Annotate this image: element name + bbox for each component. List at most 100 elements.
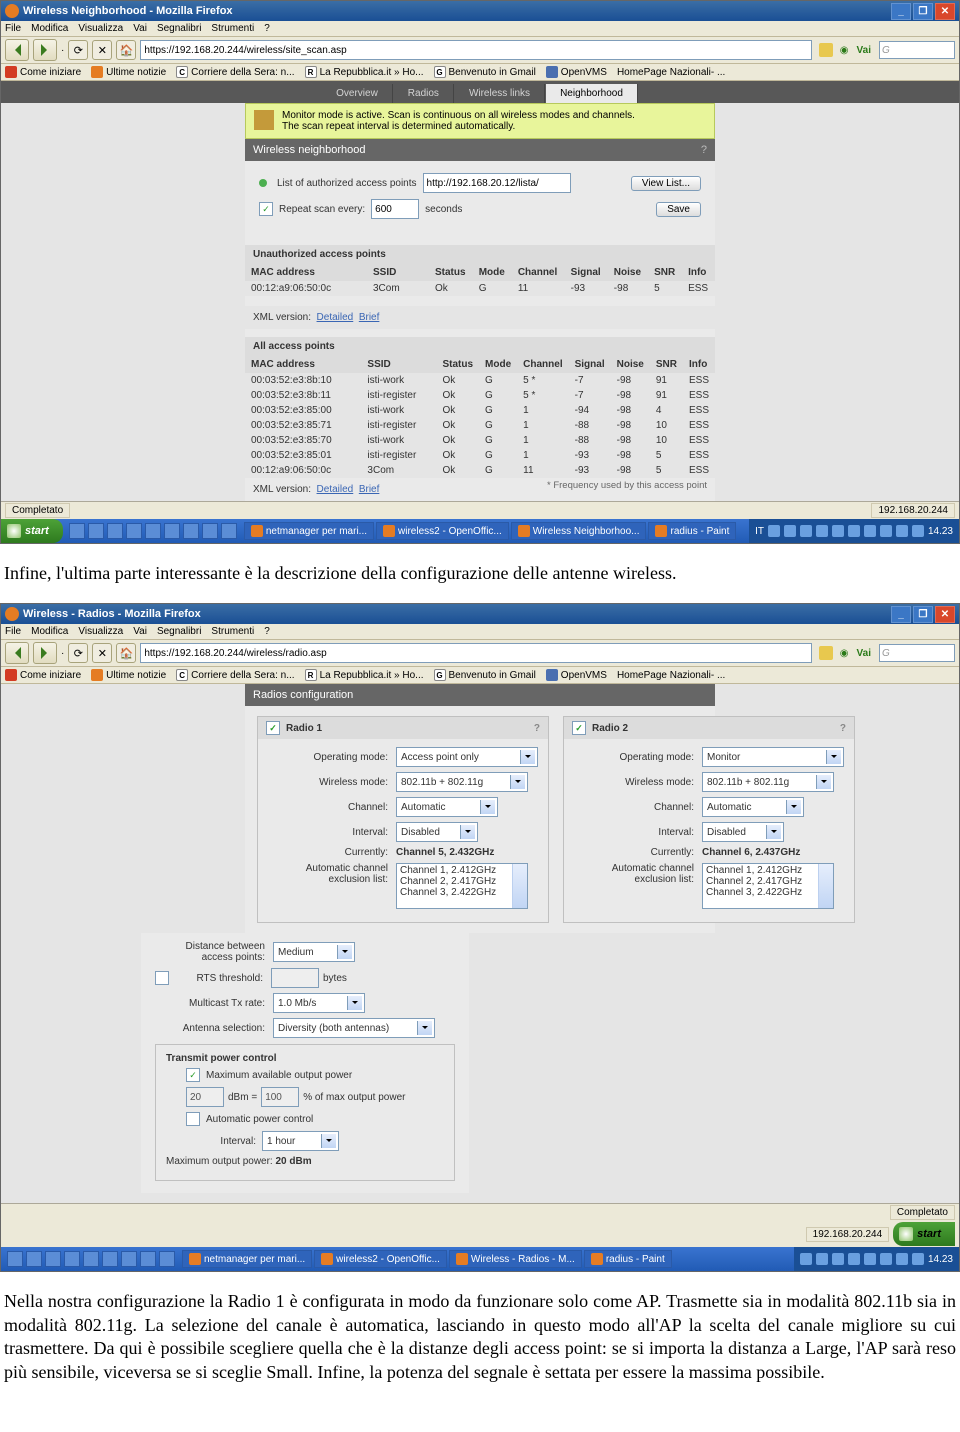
forward-button[interactable]	[33, 39, 57, 61]
tray-icon[interactable]	[800, 525, 812, 537]
tray-icon[interactable]	[816, 525, 828, 537]
bm-come-iniziare[interactable]: Come iniziare	[5, 669, 81, 681]
bm-openvms[interactable]: OpenVMS	[546, 669, 607, 681]
ql-icon[interactable]	[7, 1251, 23, 1267]
tray-icon[interactable]	[832, 1253, 844, 1265]
help-icon[interactable]: ?	[534, 723, 540, 734]
task-netmanager[interactable]: netmanager per mari...	[244, 522, 374, 540]
bm-corriere[interactable]: CCorriere della Sera: n...	[176, 66, 294, 78]
xml-detailed-link[interactable]: Detailed	[317, 484, 354, 495]
ql-icon[interactable]	[121, 1251, 137, 1267]
ql-icon[interactable]	[221, 523, 237, 539]
r2-excl-list[interactable]: Channel 1, 2.412GHzChannel 2, 2.417GHzCh…	[702, 863, 834, 909]
maxpower-checkbox[interactable]: ✓	[186, 1068, 200, 1082]
ql-icon[interactable]	[145, 523, 161, 539]
menu-help[interactable]: ?	[264, 23, 270, 34]
xml-brief-link[interactable]: Brief	[359, 312, 380, 323]
bm-homepage[interactable]: HomePage Nazionali- ...	[617, 67, 725, 78]
url-input[interactable]	[140, 40, 811, 60]
home-button[interactable]: 🏠	[116, 40, 136, 60]
interval-select[interactable]: 1 hour	[262, 1131, 339, 1151]
tray-icon[interactable]	[896, 525, 908, 537]
ql-icon[interactable]	[88, 523, 104, 539]
tray-icon[interactable]	[864, 525, 876, 537]
bm-repubblica[interactable]: RLa Repubblica.it » Ho...	[305, 66, 424, 78]
bm-gmail[interactable]: GBenvenuto in Gmail	[434, 66, 536, 78]
menu-modifica[interactable]: Modifica	[31, 23, 68, 34]
rts-checkbox[interactable]	[155, 971, 169, 985]
distance-select[interactable]: Medium	[273, 942, 355, 962]
stop-button[interactable]: ✕	[92, 643, 112, 663]
r1-opmode-select[interactable]: Access point only	[396, 747, 538, 767]
stop-button[interactable]: ✕	[92, 40, 112, 60]
menu-visualizza[interactable]: Visualizza	[78, 626, 123, 637]
back-button[interactable]	[5, 39, 29, 61]
tab-overview[interactable]: Overview	[322, 84, 393, 103]
tray-icon[interactable]	[768, 525, 780, 537]
ql-icon[interactable]	[159, 1251, 175, 1267]
menu-vai[interactable]: Vai	[133, 626, 147, 637]
forward-button[interactable]	[33, 642, 57, 664]
menu-visualizza[interactable]: Visualizza	[78, 23, 123, 34]
back-button[interactable]	[5, 642, 29, 664]
ql-icon[interactable]	[202, 523, 218, 539]
ql-icon[interactable]	[140, 1251, 156, 1267]
r2-interval-select[interactable]: Disabled	[702, 822, 784, 842]
menu-strumenti[interactable]: Strumenti	[211, 23, 254, 34]
tray-icon[interactable]	[832, 525, 844, 537]
menu-modifica[interactable]: Modifica	[31, 626, 68, 637]
repeat-checkbox[interactable]: ✓	[259, 202, 273, 216]
reload-button[interactable]: ⟳	[68, 643, 88, 663]
ql-icon[interactable]	[102, 1251, 118, 1267]
task-wireless-neigh[interactable]: Wireless Neighborhoo...	[511, 522, 647, 540]
lang-indicator[interactable]: IT	[755, 526, 764, 537]
ql-icon[interactable]	[183, 523, 199, 539]
bm-repubblica[interactable]: RLa Repubblica.it » Ho...	[305, 669, 424, 681]
close-button[interactable]: ✕	[935, 606, 955, 623]
tab-radios[interactable]: Radios	[394, 84, 454, 103]
maximize-button[interactable]: ❐	[913, 3, 933, 20]
tab-neighborhood[interactable]: Neighborhood	[546, 84, 638, 103]
ql-icon[interactable]	[26, 1251, 42, 1267]
antenna-select[interactable]: Diversity (both antennas)	[273, 1018, 435, 1038]
radio2-checkbox[interactable]: ✓	[572, 721, 586, 735]
ql-icon[interactable]	[45, 1251, 61, 1267]
bm-homepage[interactable]: HomePage Nazionali- ...	[617, 670, 725, 681]
xml-brief-link[interactable]: Brief	[359, 484, 380, 495]
task-netmanager[interactable]: netmanager per mari...	[182, 1250, 312, 1268]
tray-icon[interactable]	[848, 525, 860, 537]
ql-icon[interactable]	[64, 1251, 80, 1267]
save-button[interactable]: Save	[656, 202, 701, 217]
bm-gmail[interactable]: GBenvenuto in Gmail	[434, 669, 536, 681]
bm-openvms[interactable]: OpenVMS	[546, 66, 607, 78]
bm-ultime-notizie[interactable]: Ultime notizie	[91, 66, 166, 78]
r2-wlmode-select[interactable]: 802.11b + 802.11g	[702, 772, 834, 792]
ql-icon[interactable]	[164, 523, 180, 539]
maximize-button[interactable]: ❐	[913, 606, 933, 623]
menu-file[interactable]: File	[5, 23, 21, 34]
radio1-checkbox[interactable]: ✓	[266, 721, 280, 735]
tray-icon[interactable]	[880, 525, 892, 537]
minimize-button[interactable]: _	[891, 606, 911, 623]
tray-icon[interactable]	[912, 525, 924, 537]
bm-ultime-notizie[interactable]: Ultime notizie	[91, 669, 166, 681]
r1-excl-list[interactable]: Channel 1, 2.412GHzChannel 2, 2.417GHzCh…	[396, 863, 528, 909]
task-radius[interactable]: radius - Paint	[584, 1250, 672, 1268]
menu-strumenti[interactable]: Strumenti	[211, 626, 254, 637]
xml-detailed-link[interactable]: Detailed	[317, 312, 354, 323]
r1-channel-select[interactable]: Automatic	[396, 797, 498, 817]
help-icon[interactable]: ?	[840, 723, 846, 734]
mcast-select[interactable]: 1.0 Mb/s	[273, 993, 365, 1013]
search-input[interactable]: G	[879, 41, 955, 59]
ql-icon[interactable]	[69, 523, 85, 539]
repeat-input[interactable]	[371, 199, 419, 219]
tray-icon[interactable]	[816, 1253, 828, 1265]
menu-file[interactable]: File	[5, 626, 21, 637]
ql-icon[interactable]	[107, 523, 123, 539]
tab-wireless-links[interactable]: Wireless links	[455, 84, 545, 103]
r1-wlmode-select[interactable]: 802.11b + 802.11g	[396, 772, 528, 792]
ql-icon[interactable]	[83, 1251, 99, 1267]
tray-icon[interactable]	[896, 1253, 908, 1265]
bm-corriere[interactable]: CCorriere della Sera: n...	[176, 669, 294, 681]
tray-icon[interactable]	[864, 1253, 876, 1265]
